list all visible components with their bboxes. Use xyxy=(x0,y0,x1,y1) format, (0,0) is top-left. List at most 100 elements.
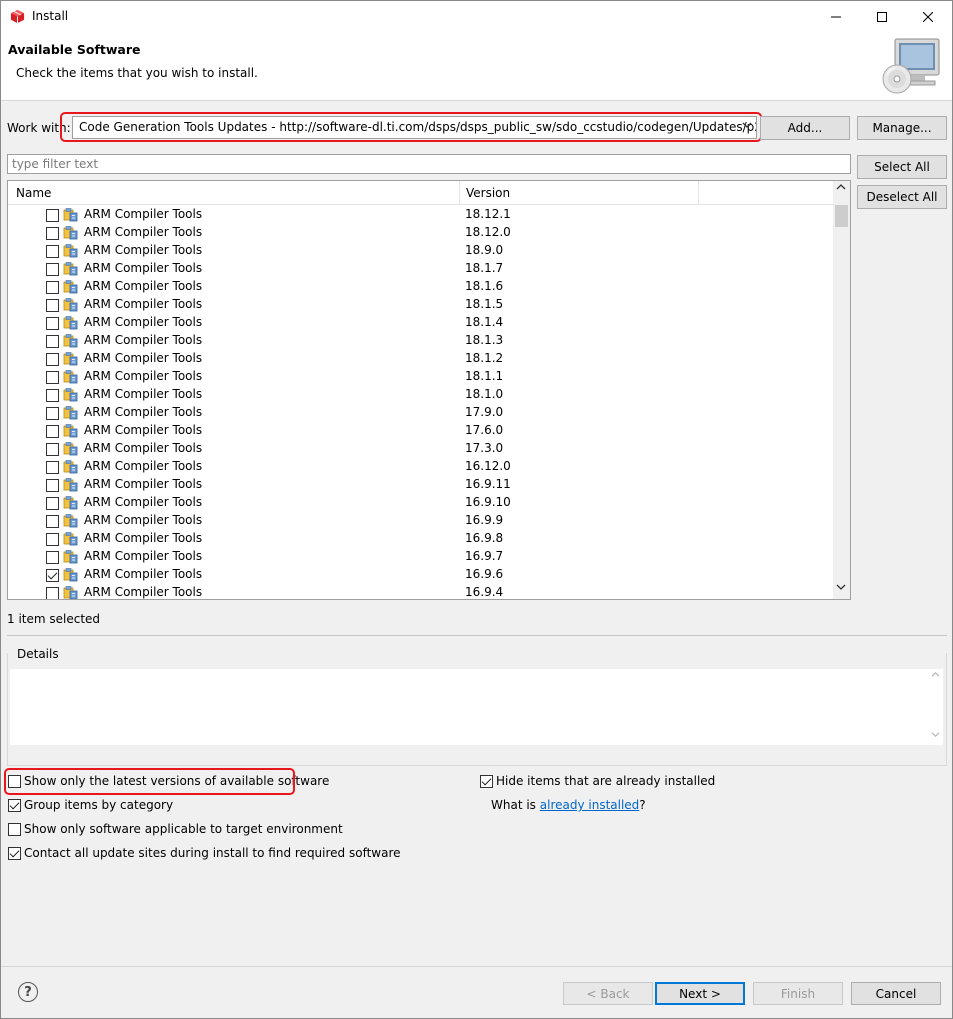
row-checkbox[interactable] xyxy=(46,353,59,366)
column-header-version[interactable]: Version xyxy=(466,186,510,200)
scroll-down-icon[interactable] xyxy=(931,731,940,741)
table-row[interactable]: ARM Compiler Tools 16.9.11 xyxy=(8,475,834,493)
row-version: 16.9.8 xyxy=(465,531,504,545)
table-row[interactable]: ARM Compiler Tools 16.9.9 xyxy=(8,511,834,529)
hide-installed-checkbox[interactable] xyxy=(480,775,493,788)
hide-installed-label[interactable]: Hide items that are already installed xyxy=(496,774,715,788)
row-checkbox[interactable] xyxy=(46,497,59,510)
table-row[interactable]: ARM Compiler Tools 18.1.5 xyxy=(8,295,834,313)
scroll-up-icon[interactable] xyxy=(931,671,940,681)
table-row[interactable]: ARM Compiler Tools 16.9.4 xyxy=(8,583,834,599)
show-applicable-checkbox[interactable] xyxy=(8,823,21,836)
row-name: ARM Compiler Tools xyxy=(84,531,203,545)
row-checkbox[interactable] xyxy=(46,263,59,276)
finish-button[interactable]: Finish xyxy=(753,982,843,1005)
row-version: 16.12.0 xyxy=(465,459,511,473)
feature-package-icon xyxy=(63,352,78,366)
row-name: ARM Compiler Tools xyxy=(84,279,203,293)
group-by-category-checkbox[interactable] xyxy=(8,799,21,812)
details-text-area[interactable] xyxy=(10,669,929,745)
table-row[interactable]: ARM Compiler Tools 16.9.7 xyxy=(8,547,834,565)
group-by-category-label[interactable]: Group items by category xyxy=(24,798,173,812)
row-checkbox[interactable] xyxy=(46,227,59,240)
feature-package-icon xyxy=(63,280,78,294)
minimize-button[interactable] xyxy=(813,1,859,32)
row-checkbox[interactable] xyxy=(46,569,59,582)
row-checkbox[interactable] xyxy=(46,335,59,348)
deselect-all-button[interactable]: Deselect All xyxy=(857,185,947,209)
table-row[interactable]: ARM Compiler Tools 18.1.3 xyxy=(8,331,834,349)
row-version: 16.9.6 xyxy=(465,567,504,581)
row-version: 18.1.4 xyxy=(465,315,504,329)
row-checkbox[interactable] xyxy=(46,551,59,564)
row-checkbox[interactable] xyxy=(46,299,59,312)
next-button[interactable]: Next > xyxy=(655,982,745,1005)
row-name: ARM Compiler Tools xyxy=(84,567,203,581)
row-checkbox[interactable] xyxy=(46,479,59,492)
what-is-installed: What is already installed? xyxy=(491,798,646,812)
table-row[interactable]: ARM Compiler Tools 17.6.0 xyxy=(8,421,834,439)
row-checkbox[interactable] xyxy=(46,317,59,330)
row-name: ARM Compiler Tools xyxy=(84,405,203,419)
table-row[interactable]: ARM Compiler Tools 18.1.7 xyxy=(8,259,834,277)
row-version: 16.9.10 xyxy=(465,495,511,509)
table-row[interactable]: ARM Compiler Tools 16.9.6 xyxy=(8,565,834,583)
scroll-down-icon[interactable] xyxy=(836,583,846,594)
row-checkbox[interactable] xyxy=(46,461,59,474)
details-label: Details xyxy=(15,647,61,661)
row-checkbox[interactable] xyxy=(46,425,59,438)
select-all-button[interactable]: Select All xyxy=(857,155,947,179)
column-header-name[interactable]: Name xyxy=(16,186,51,200)
selection-status: 1 item selected xyxy=(7,612,101,626)
scroll-up-icon[interactable] xyxy=(836,183,846,194)
feature-package-icon xyxy=(63,406,78,420)
table-row[interactable]: ARM Compiler Tools 16.9.10 xyxy=(8,493,834,511)
table-row[interactable]: ARM Compiler Tools 18.12.0 xyxy=(8,223,834,241)
show-applicable-label[interactable]: Show only software applicable to target … xyxy=(24,822,343,836)
table-row[interactable]: ARM Compiler Tools 18.1.4 xyxy=(8,313,834,331)
row-checkbox[interactable] xyxy=(46,533,59,546)
row-checkbox[interactable] xyxy=(46,407,59,420)
table-row[interactable]: ARM Compiler Tools 18.1.6 xyxy=(8,277,834,295)
close-button[interactable] xyxy=(905,1,951,32)
table-row[interactable]: ARM Compiler Tools 18.12.1 xyxy=(8,205,834,223)
row-checkbox[interactable] xyxy=(46,245,59,258)
table-body: ARM Compiler Tools 18.12.1 ARM Compiler To… xyxy=(8,205,834,599)
table-row[interactable]: ARM Compiler Tools 17.9.0 xyxy=(8,403,834,421)
feature-package-icon xyxy=(63,478,78,492)
table-row[interactable]: ARM Compiler Tools 18.9.0 xyxy=(8,241,834,259)
column-divider[interactable] xyxy=(459,181,460,205)
row-checkbox[interactable] xyxy=(46,281,59,294)
contact-sites-checkbox[interactable] xyxy=(8,847,21,860)
details-scrollbar[interactable] xyxy=(929,669,943,745)
table-row[interactable]: ARM Compiler Tools 18.1.0 xyxy=(8,385,834,403)
row-checkbox[interactable] xyxy=(46,515,59,528)
table-row[interactable]: ARM Compiler Tools 18.1.2 xyxy=(8,349,834,367)
back-button[interactable]: < Back xyxy=(563,982,653,1005)
column-divider[interactable] xyxy=(698,181,699,205)
row-checkbox[interactable] xyxy=(46,443,59,456)
contact-sites-label[interactable]: Contact all update sites during install … xyxy=(24,846,401,860)
scrollbar-thumb[interactable] xyxy=(835,205,848,227)
table-row[interactable]: ARM Compiler Tools 18.1.1 xyxy=(8,367,834,385)
row-checkbox[interactable] xyxy=(46,209,59,222)
row-version: 17.3.0 xyxy=(465,441,504,455)
feature-package-icon xyxy=(63,496,78,510)
cancel-button[interactable]: Cancel xyxy=(851,982,941,1005)
already-installed-link[interactable]: already installed xyxy=(540,798,640,812)
help-icon[interactable]: ? xyxy=(18,982,38,1002)
maximize-button[interactable] xyxy=(859,1,905,32)
add-site-button[interactable]: Add... xyxy=(760,116,850,140)
feature-package-icon xyxy=(63,586,78,599)
table-row[interactable]: ARM Compiler Tools 16.9.8 xyxy=(8,529,834,547)
row-version: 17.9.0 xyxy=(465,405,504,419)
row-name: ARM Compiler Tools xyxy=(84,225,203,239)
row-checkbox[interactable] xyxy=(46,587,59,599)
manage-sites-button[interactable]: Manage... xyxy=(857,116,947,140)
filter-input[interactable]: type filter text xyxy=(7,154,851,174)
row-checkbox[interactable] xyxy=(46,371,59,384)
table-row[interactable]: ARM Compiler Tools 16.12.0 xyxy=(8,457,834,475)
row-checkbox[interactable] xyxy=(46,389,59,402)
table-scrollbar[interactable] xyxy=(833,181,850,599)
table-row[interactable]: ARM Compiler Tools 17.3.0 xyxy=(8,439,834,457)
